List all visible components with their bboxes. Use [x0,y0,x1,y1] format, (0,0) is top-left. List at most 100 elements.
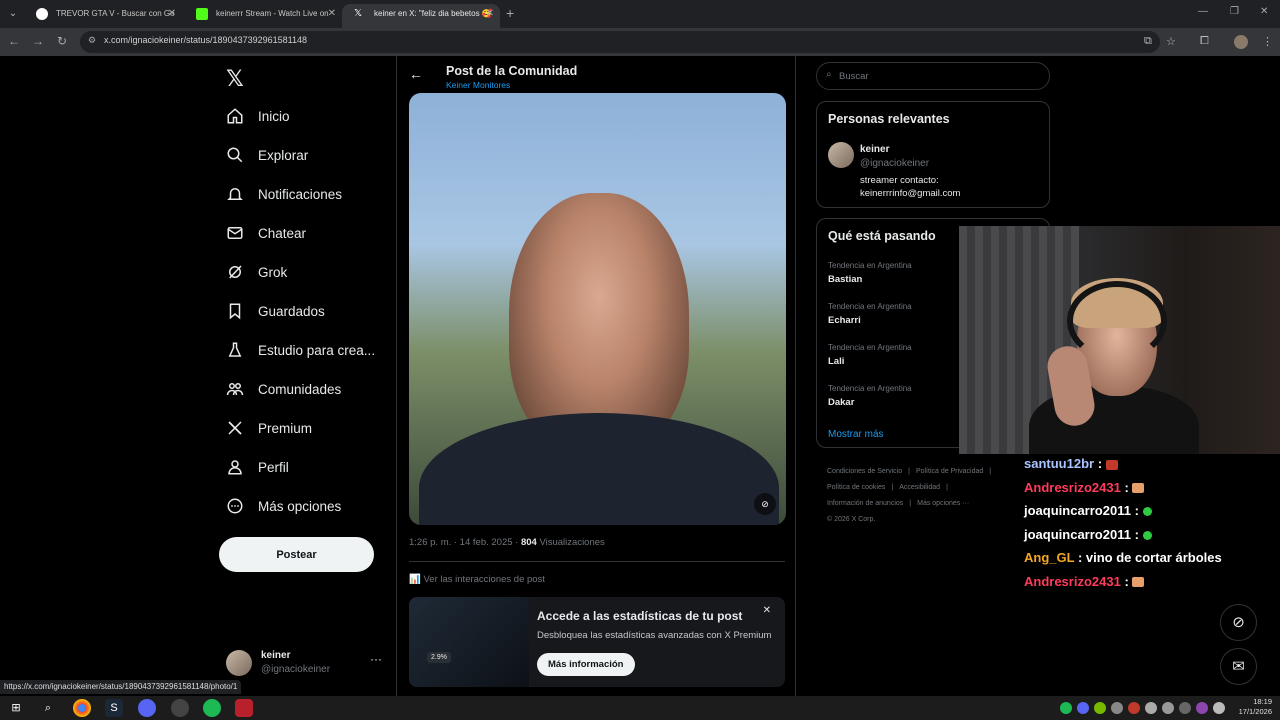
discord-icon[interactable] [138,699,156,717]
profile-avatar[interactable] [1234,35,1248,49]
chat-username: Andresrizo2431 [1024,479,1121,495]
sidebar-item-inicio[interactable]: Inicio [226,102,290,130]
nvidia-tray-icon[interactable] [1094,702,1106,714]
browser-tab-kick[interactable]: keinerrr Stream - Watch Live on ✕ [184,4,342,28]
sidebar-item-notificaciones[interactable]: Notificaciones [226,180,342,208]
footer-link[interactable]: Política de cookies [827,484,885,491]
media-options-icon[interactable]: ⊘ [754,493,776,515]
view-interactions-link[interactable]: 📊 Ver las interacciones de post [409,574,545,585]
tray-icon[interactable] [1128,702,1140,714]
tray-icon[interactable] [1111,702,1123,714]
sidebar-item-label: Estudio para crea... [258,342,376,358]
chat-message: Ang_GL : vino de cortar árboles [1024,550,1222,565]
sidebar-item-explorar[interactable]: Explorar [226,141,308,169]
spotify-icon[interactable] [203,699,221,717]
forward-arrow-icon[interactable]: → [30,34,46,48]
windows-taskbar: ⊞ ⌕ S 18:19 17/1/2026 [0,696,1280,720]
trend-item[interactable]: Tendencia en Argentina Echarri [828,302,912,326]
flask-icon [228,342,242,357]
tray-icon[interactable] [1162,702,1174,714]
card-title: Qué está pasando [828,229,936,243]
sidebar-item-mas-opciones[interactable]: Más opciones [226,492,341,520]
tray-icon[interactable] [1196,702,1208,714]
search-box[interactable]: ⌕ [816,62,1050,90]
sidebar-item-grok[interactable]: Grok [226,258,287,286]
show-more-link[interactable]: Mostrar más [828,429,884,440]
window-close-icon[interactable]: ✕ [1260,6,1268,17]
close-icon[interactable]: ✕ [168,4,176,24]
footer-link[interactable]: Más opciones ··· [917,500,969,507]
site-info-icon[interactable]: ⚙ [88,35,96,46]
account-switcher[interactable]: keiner @ignaciokeiner ··· [226,648,386,680]
chat-username: joaquincarro2011 [1024,503,1131,518]
browser-tab-x[interactable]: 𝕏 keiner en X: "feliz dia bebetos 🥰 ✕ [342,4,500,28]
community-link[interactable]: Keiner Monitores [446,80,510,90]
chrome-icon[interactable] [73,699,91,717]
search-icon: ⌕ [826,69,832,80]
discord-tray-icon[interactable] [1077,702,1089,714]
install-icon[interactable]: ⧉ [1144,35,1152,48]
person-name[interactable]: keiner [860,144,889,155]
grok-float-button[interactable]: ⊘ [1220,604,1257,641]
sidebar-item-chatear[interactable]: Chatear [226,219,306,247]
back-arrow-icon[interactable]: ← [6,34,22,48]
obs-icon[interactable] [171,699,189,717]
footer-link[interactable]: Información de anuncios [827,500,903,507]
post-button[interactable]: Postear [219,537,374,572]
views-count: 804 [520,537,537,548]
account-name: keiner [261,650,291,661]
tray-icon[interactable] [1145,702,1157,714]
close-icon[interactable]: ✕ [486,4,494,24]
sidebar-item-comunidades[interactable]: Comunidades [226,375,341,403]
minimize-icon[interactable]: — [1198,6,1208,17]
photo-subject-shirt [419,413,779,525]
sidebar-item-label: Notificaciones [258,186,343,202]
extensions-icon[interactable]: ⧠ [1200,35,1209,48]
emote-icon [1142,507,1152,517]
post-photo[interactable]: ⊘ [409,93,786,525]
sidebar-item-estudio[interactable]: Estudio para crea... [226,336,375,364]
footer-link[interactable]: Política de Privacidad [916,468,983,475]
footer-link[interactable]: Accesibilidad [899,484,940,491]
footer-link[interactable]: Condiciones de Servicio [827,468,902,475]
windows-start-icon[interactable]: ⊞ [7,699,25,717]
spotify-tray-icon[interactable] [1060,702,1072,714]
new-tab-button[interactable]: + [506,5,514,21]
chat-message: joaquincarro2011 : [1024,527,1274,551]
search-input[interactable] [839,67,1039,85]
restore-icon[interactable]: ❐ [1230,6,1239,17]
more-dots-icon[interactable]: ··· [370,652,382,666]
person-icon [228,460,242,475]
meter-icon[interactable] [235,699,253,717]
url-bar[interactable]: ⚙ x.com/ignaciokeiner/status/18904373929… [80,31,1160,53]
more-circle-icon [227,498,243,514]
sidebar-item-label: Inicio [258,108,290,124]
back-arrow-icon[interactable]: ← [409,66,423,82]
search-icon[interactable]: ⌕ [39,699,57,717]
close-icon[interactable]: ✕ [763,605,771,616]
url-text: x.com/ignaciokeiner/status/1890437392961… [104,35,307,45]
chat-message: Andresrizo2431 : [1024,574,1274,598]
sidebar-item-perfil[interactable]: Perfil [226,453,289,481]
trend-item[interactable]: Tendencia en Argentina Bastian [828,261,912,285]
trend-item[interactable]: Tendencia en Argentina Lali [828,343,912,367]
network-icon[interactable] [1213,702,1225,714]
sidebar-item-premium[interactable]: Premium [226,414,312,442]
sidebar-item-guardados[interactable]: Guardados [226,297,325,325]
x-logo-icon[interactable]: 𝕏 [226,66,244,92]
more-info-button[interactable]: Más información [537,653,635,676]
tab-search-icon[interactable]: ⌄ [5,6,21,22]
bookmark-star-icon[interactable]: ☆ [1166,35,1176,48]
trend-item[interactable]: Tendencia en Argentina Dakar [828,384,912,408]
menu-dots-icon[interactable]: ⋮ [1262,35,1273,48]
sidebar-item-label: Comunidades [258,381,342,397]
taskbar-clock[interactable]: 18:19 17/1/2026 [1236,697,1272,717]
reload-icon[interactable]: ↻ [54,34,70,48]
browser-tab-google[interactable]: TREVOR GTA V - Buscar con Go ✕ [24,4,182,28]
avatar[interactable] [828,142,854,168]
messages-float-button[interactable]: ✉ [1220,648,1257,685]
post-timestamp[interactable]: 1:26 p. m. · 14 feb. 2025 · [409,537,521,548]
tray-icon[interactable] [1179,702,1191,714]
steam-icon[interactable]: S [105,699,123,717]
close-icon[interactable]: ✕ [328,4,336,24]
